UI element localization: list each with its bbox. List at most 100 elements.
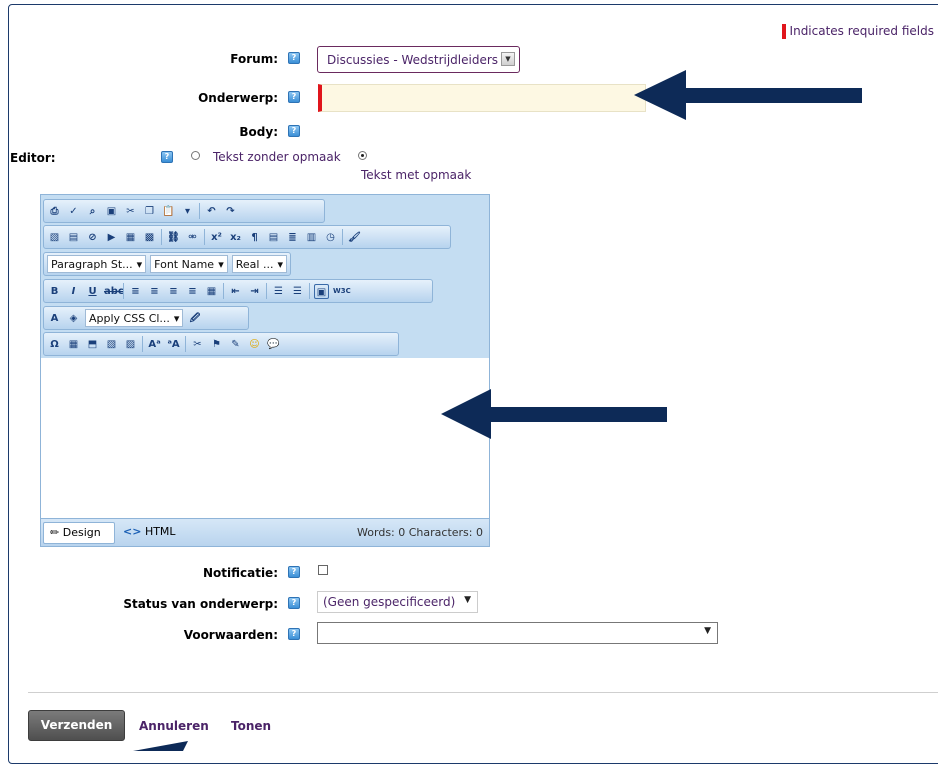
spellcheck-icon[interactable]: ✓ [66,204,81,219]
subject-help-icon[interactable]: ? [288,91,300,103]
image-manager-icon[interactable]: ▧ [104,337,119,352]
numbered-list-icon[interactable]: ☰ [271,284,286,299]
notification-checkbox[interactable] [318,565,328,575]
lowercase-icon[interactable]: ᵃA [166,337,181,352]
insert-table-icon[interactable]: ▦ [66,337,81,352]
find-icon[interactable]: ⌕ [85,204,100,219]
radio-plain-text-label[interactable]: Tekst zonder opmaak [213,150,341,164]
image-icon[interactable]: ▧ [47,230,62,245]
align-right-icon[interactable]: ≡ [166,284,181,299]
outdent-icon[interactable]: ⇤ [228,284,243,299]
paste-icon[interactable]: 📋 [161,204,176,219]
indent-icon[interactable]: ⇥ [247,284,262,299]
align-center-icon[interactable]: ≡ [147,284,162,299]
strikethrough-icon[interactable]: abc [104,284,124,299]
table-icon[interactable]: ▦ [123,230,138,245]
forum-help-icon[interactable]: ? [288,52,300,64]
separator [199,203,200,219]
forum-label: Forum: [230,52,278,66]
notification-label: Notificatie: [202,566,278,580]
subject-input[interactable] [318,84,646,112]
w3c-validate-icon[interactable]: W3C [333,284,351,299]
print-icon[interactable]: ⎙ [47,204,62,219]
toolbar-row-5: A ◈ Apply CSS Cl... ▾ 🖉 [43,306,249,330]
rich-text-editor: ⎙ ✓ ⌕ ▣ ✂ ❐ 📋 ▾ ↶ ↷ ▧ ▤ ⊘ ▶ ▦ ▩ ⛓ ⚮ x² x… [40,194,490,547]
undo-icon[interactable]: ↶ [204,204,219,219]
italic-icon[interactable]: I [66,284,81,299]
chevron-down-icon: ▼ [501,52,515,66]
font-size-select[interactable]: Real ... ▾ [231,255,287,273]
format-stripper-icon[interactable]: 🖉 [187,311,202,326]
toolbar-row-4: B I U abc ≡ ≡ ≡ ≡ ▦ ⇤ ⇥ ☰ ☰ ▣ W3C [43,279,433,303]
status-help-icon[interactable]: ? [288,597,300,609]
form-icon[interactable]: ▥ [304,230,319,245]
paragraph-style-select[interactable]: Paragraph St... ▾ [47,255,147,273]
editor-content-area[interactable] [41,358,489,518]
remove-format-icon[interactable]: ▦ [204,284,219,299]
design-mode-tab[interactable]: ✏ Design [43,522,115,544]
flash-icon[interactable]: ⊘ [85,230,100,245]
paragraph-icon[interactable]: ¶ [247,230,262,245]
emoticon-icon[interactable]: ☺ [247,337,262,352]
unlink-icon[interactable]: ⚮ [185,230,200,245]
preview-link[interactable]: Tonen [231,719,271,733]
media-icon[interactable]: ▤ [66,230,81,245]
paste-options-icon[interactable]: ▾ [180,204,195,219]
radio-rich-text[interactable] [358,151,367,160]
radio-rich-text-label[interactable]: Tekst met opmaak [361,168,471,182]
clock-icon[interactable]: ◷ [323,230,338,245]
toolbar-row-1: ⎙ ✓ ⌕ ▣ ✂ ❐ 📋 ▾ ↶ ↷ [43,199,325,223]
comment-icon[interactable]: 💬 [266,337,281,352]
separator [204,229,205,245]
copy-icon[interactable]: ❐ [142,204,157,219]
bold-icon[interactable]: B [47,284,62,299]
font-name-select[interactable]: Font Name ▾ [150,255,228,273]
special-chars-icon[interactable]: Ω [47,337,62,352]
select-all-icon[interactable]: ▣ [104,204,119,219]
format-painter-icon[interactable]: 🖌 [347,230,362,245]
bookmark-icon[interactable]: ⚑ [209,337,224,352]
separator [266,283,267,299]
subscript-icon[interactable]: x₂ [228,230,243,245]
align-left-icon[interactable]: ≡ [128,284,143,299]
link-icon[interactable]: ⛓ [166,230,181,245]
template-icon[interactable]: ✎ [228,337,243,352]
submit-button[interactable]: Verzenden [28,710,125,741]
forum-select[interactable]: Discussies - Wedstrijdleiders ▼ [317,46,520,73]
annotation-arrow-editor [441,389,667,439]
conditions-select[interactable]: ▼ [317,622,718,644]
highlight-color-icon[interactable]: ◈ [66,311,81,326]
annotation-arrow-subject [634,70,862,120]
uppercase-icon[interactable]: Aᵃ [147,337,162,352]
toolbar-row-6: Ω ▦ ⬒ ▧ ▨ Aᵃ ᵃA ✂ ⚑ ✎ ☺ 💬 [43,332,399,356]
toolbar-row-2: ▧ ▤ ⊘ ▶ ▦ ▩ ⛓ ⚮ x² x₂ ¶ ▤ ≣ ▥ ◷ 🖌 [43,225,451,249]
play-icon[interactable]: ▶ [104,230,119,245]
editor-label: Editor: [10,151,56,165]
radio-plain-text[interactable] [191,151,200,160]
body-help-icon[interactable]: ? [288,125,300,137]
align-icon[interactable]: ≣ [285,230,300,245]
cut-icon[interactable]: ✂ [123,204,138,219]
tools-icon[interactable]: ✂ [190,337,205,352]
superscript-icon[interactable]: x² [209,230,224,245]
required-fields-note: Indicates required fields [781,24,934,39]
css-class-select[interactable]: Apply CSS Cl... ▾ [85,309,184,327]
redo-icon[interactable]: ↷ [223,204,238,219]
conditions-label: Voorwaarden: [183,628,278,642]
status-select[interactable]: (Geen gespecificeerd) ▼ [317,591,478,613]
gallery-icon[interactable]: ▨ [123,337,138,352]
separator [123,283,124,299]
conditions-help-icon[interactable]: ? [288,628,300,640]
preview-icon[interactable]: ▣ [314,283,329,299]
insert-snippet-icon[interactable]: ⬒ [85,337,100,352]
underline-icon[interactable]: U [85,284,100,299]
save-icon[interactable]: ▩ [142,230,157,245]
notification-help-icon[interactable]: ? [288,566,300,578]
document-icon[interactable]: ▤ [266,230,281,245]
bullet-list-icon[interactable]: ☰ [290,284,305,299]
font-color-icon[interactable]: A [47,311,62,326]
html-mode-tab[interactable]: <> HTML [123,525,176,538]
editor-help-icon[interactable]: ? [161,151,173,163]
cancel-link[interactable]: Annuleren [139,719,209,733]
justify-icon[interactable]: ≡ [185,284,200,299]
